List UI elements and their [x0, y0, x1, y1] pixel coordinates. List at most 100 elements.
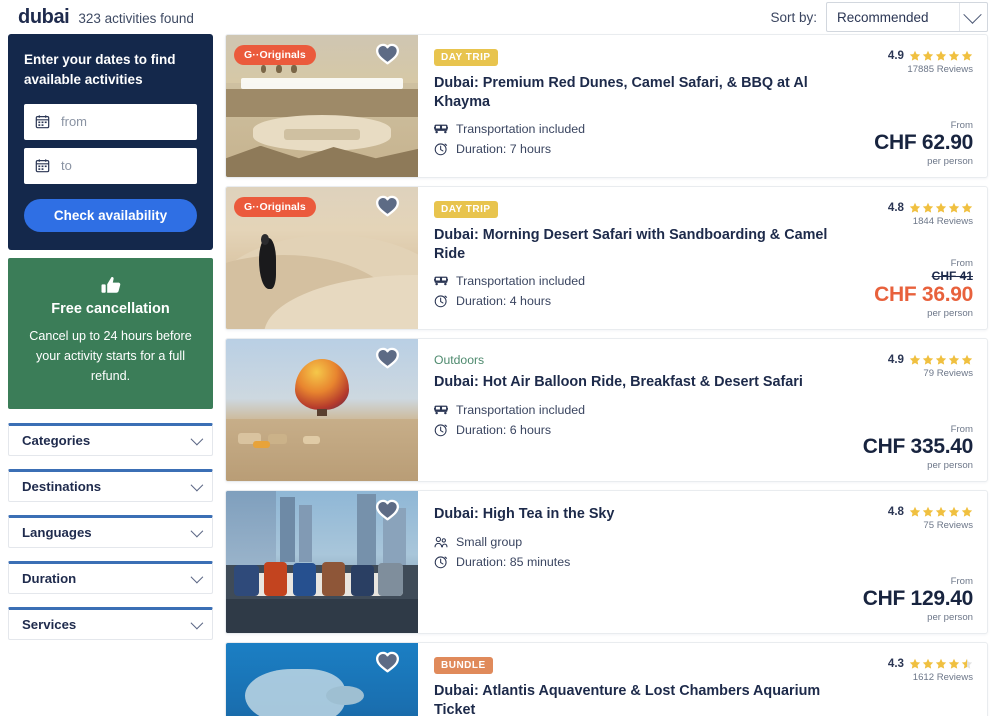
- star-icon: [948, 354, 960, 365]
- star-icon: [961, 202, 973, 213]
- activity-card[interactable]: BUNDLE Dubai: Atlantis Aquaventure & Los…: [225, 642, 988, 716]
- star-icon: [922, 354, 934, 365]
- filter-categories[interactable]: Categories: [8, 422, 213, 456]
- rating-value: 4.9: [887, 353, 904, 366]
- price-block: From CHF 41 CHF 36.90 per person: [874, 258, 973, 319]
- star-rating: [909, 506, 973, 518]
- star-icon: [909, 506, 921, 517]
- activity-title[interactable]: Dubai: Premium Red Dunes, Camel Safari, …: [434, 74, 833, 111]
- sort-selected-value: Recommended: [837, 9, 929, 25]
- star-icon: [935, 202, 947, 213]
- date-picker-card: Enter your dates to find available activ…: [8, 34, 213, 250]
- activity-title[interactable]: Dubai: Atlantis Aquaventure & Lost Chamb…: [434, 682, 833, 716]
- from-label: From: [950, 119, 973, 131]
- activity-rating-price: 4.3 1612 Reviews: [847, 643, 987, 716]
- activity-meta-row: Duration: 7 hours: [434, 142, 833, 156]
- page-body: Enter your dates to find available activ…: [0, 34, 1000, 716]
- activity-card[interactable]: Outdoors Dubai: Hot Air Balloon Ride, Br…: [225, 338, 988, 482]
- filter-languages[interactable]: Languages: [8, 514, 213, 548]
- activity-meta-row: Transportation included: [434, 274, 833, 288]
- activity-rating-price: 4.9 79 Reviews From CHF 335.40 per perso…: [847, 339, 987, 481]
- activity-image[interactable]: [226, 491, 418, 633]
- calendar-icon: [35, 159, 50, 173]
- activity-card[interactable]: G··Originals DAY TRIP Dubai: Morning Des…: [225, 186, 988, 330]
- price-block: From CHF 335.40 per person: [863, 423, 974, 471]
- activity-meta-text: Transportation included: [456, 274, 586, 289]
- star-rating: [909, 658, 973, 670]
- star-icon: [909, 354, 921, 365]
- star-icon: [909, 50, 921, 61]
- activity-image[interactable]: G··Originals: [226, 187, 418, 329]
- activity-rating-price: 4.8 75 Reviews From CHF 129.40 per perso…: [847, 491, 987, 633]
- review-count: 79 Reviews: [923, 368, 973, 379]
- star-icon: [935, 506, 947, 517]
- star-icon: [948, 506, 960, 517]
- activity-meta-text: Small group: [456, 534, 523, 549]
- star-icon: [922, 50, 934, 61]
- clock-icon: [434, 424, 448, 437]
- activity-image[interactable]: [226, 643, 418, 716]
- current-price: CHF 129.40: [862, 586, 974, 610]
- bus-icon: [434, 277, 448, 286]
- activity-meta-text: Duration: 7 hours: [456, 142, 552, 157]
- free-cancellation-title: Free cancellation: [51, 300, 170, 317]
- star-icon: [922, 202, 934, 213]
- activity-category: Outdoors: [434, 353, 485, 367]
- star-icon: [922, 506, 934, 517]
- group-icon: [434, 536, 448, 548]
- filter-destinations[interactable]: Destinations: [8, 468, 213, 502]
- activity-details: Dubai: High Tea in the Sky Small group D…: [418, 491, 847, 633]
- date-to-placeholder: to: [61, 158, 72, 173]
- originals-badge: G··Originals: [234, 45, 316, 65]
- from-label: From: [950, 257, 973, 269]
- star-icon: [948, 658, 960, 669]
- date-card-title: Enter your dates to find available activ…: [24, 52, 176, 88]
- favorite-heart-icon[interactable]: [375, 498, 400, 526]
- activity-meta-text: Transportation included: [456, 402, 586, 417]
- favorite-heart-icon[interactable]: [375, 346, 400, 374]
- star-icon: [909, 658, 921, 669]
- star-icon: [935, 50, 947, 61]
- chevron-down-icon: [963, 4, 982, 24]
- activity-title[interactable]: Dubai: High Tea in the Sky: [434, 505, 833, 524]
- activity-tag: BUNDLE: [434, 657, 493, 674]
- rating-value: 4.3: [887, 657, 904, 670]
- select-divider: [959, 3, 960, 31]
- date-to-input[interactable]: to: [24, 147, 197, 184]
- review-count: 1844 Reviews: [912, 216, 973, 227]
- sort-select[interactable]: Recommended: [826, 2, 988, 32]
- activity-meta-text: Transportation included: [456, 122, 586, 137]
- activity-details: DAY TRIP Dubai: Premium Red Dunes, Camel…: [418, 35, 847, 177]
- star-rating: [909, 202, 973, 214]
- activity-image[interactable]: G··Originals: [226, 35, 418, 177]
- review-count: 75 Reviews: [923, 520, 973, 531]
- sidebar: Enter your dates to find available activ…: [8, 34, 213, 716]
- activity-image[interactable]: [226, 339, 418, 481]
- date-from-placeholder: from: [61, 114, 87, 129]
- favorite-heart-icon[interactable]: [375, 42, 400, 70]
- bus-icon: [434, 125, 448, 134]
- star-icon: [909, 202, 921, 213]
- activity-title[interactable]: Dubai: Morning Desert Safari with Sandbo…: [434, 226, 833, 263]
- filter-duration[interactable]: Duration: [8, 560, 213, 594]
- filter-services[interactable]: Services: [8, 606, 213, 640]
- date-from-input[interactable]: from: [24, 103, 197, 140]
- from-label: From: [950, 575, 973, 587]
- check-availability-button[interactable]: Check availability: [24, 198, 197, 232]
- top-bar: dubai 323 activities found Sort by: Reco…: [0, 0, 1000, 34]
- activity-card[interactable]: G··Originals DAY TRIP Dubai: Premium Red…: [225, 34, 988, 178]
- favorite-heart-icon[interactable]: [375, 194, 400, 222]
- originals-badge: G··Originals: [234, 197, 316, 217]
- chevron-down-icon: [190, 524, 204, 538]
- rating-row: 4.3: [888, 657, 973, 670]
- activity-title[interactable]: Dubai: Hot Air Balloon Ride, Breakfast &…: [434, 373, 833, 392]
- activity-rating-price: 4.9 17885 Reviews From CHF 62.90 per per…: [847, 35, 987, 177]
- star-icon: [922, 658, 934, 669]
- favorite-heart-icon[interactable]: [375, 650, 400, 678]
- bus-icon: [434, 405, 448, 414]
- clock-icon: [434, 556, 448, 569]
- filter-label: Languages: [22, 524, 92, 540]
- calendar-icon: [35, 115, 50, 129]
- from-label: From: [950, 423, 973, 435]
- activity-card[interactable]: Dubai: High Tea in the Sky Small group D…: [225, 490, 988, 634]
